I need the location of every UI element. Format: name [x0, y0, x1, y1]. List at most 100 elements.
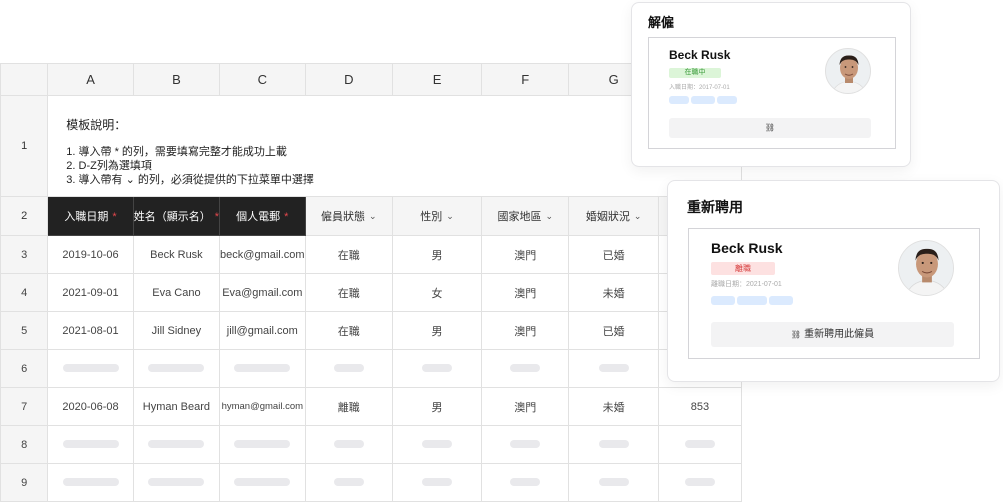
- cell-region[interactable]: 澳門: [481, 273, 570, 312]
- skeleton-cell[interactable]: [481, 349, 570, 388]
- skeleton-bar: [598, 363, 629, 372]
- cell-email[interactable]: hyman@gmail.com: [219, 387, 306, 426]
- cell-hire-date[interactable]: 2021-09-01: [47, 273, 134, 312]
- skeleton-cell[interactable]: [304, 425, 394, 464]
- cell-email[interactable]: Eva@gmail.com: [219, 273, 306, 312]
- employee-card: Beck Rusk 離職 離職日期：2021-07-01 ⛓ 重新聘用此僱員: [688, 228, 980, 359]
- header-gender[interactable]: 性別 ⌄: [392, 196, 483, 236]
- cell-marital[interactable]: 未婚: [568, 273, 659, 312]
- skeleton-bar: [684, 477, 715, 486]
- cell-status[interactable]: 在職: [304, 273, 394, 312]
- row-header-7[interactable]: 7: [0, 387, 49, 426]
- skeleton-cell[interactable]: [47, 463, 134, 502]
- row-header-2[interactable]: 2: [0, 196, 49, 236]
- skeleton-cell[interactable]: [132, 349, 221, 388]
- cell-gender[interactable]: 女: [392, 273, 483, 312]
- skeleton-cell[interactable]: [481, 463, 570, 502]
- skeleton-cell[interactable]: [132, 463, 221, 502]
- cell-gender[interactable]: 男: [392, 311, 483, 350]
- cell-region[interactable]: 澳門: [481, 311, 570, 350]
- cell-hire-date[interactable]: 2021-08-01: [47, 311, 134, 350]
- header-email[interactable]: 個人電郵 *: [219, 196, 306, 236]
- column-header-c[interactable]: C: [219, 63, 306, 96]
- skeleton-cell[interactable]: [657, 463, 742, 502]
- skeleton-cell[interactable]: [219, 425, 306, 464]
- hire-date-label: 入職日期：2017-07-01: [669, 85, 730, 91]
- skeleton-cell[interactable]: [219, 463, 306, 502]
- employee-card: Beck Rusk 在職中 入職日期：2017-07-01 ⛓: [648, 37, 896, 149]
- link-icon: ⛓: [764, 123, 776, 132]
- header-region[interactable]: 國家地區 ⌄: [481, 196, 570, 236]
- skeleton-cell[interactable]: [481, 425, 570, 464]
- skeleton-cell[interactable]: [304, 349, 394, 388]
- skeleton-cell[interactable]: [47, 425, 134, 464]
- row-header-3[interactable]: 3: [0, 235, 49, 274]
- skeleton-cell[interactable]: [568, 349, 659, 388]
- skeleton-cell[interactable]: [132, 425, 221, 464]
- header-marital-status[interactable]: 婚姻狀況 ⌄: [568, 196, 659, 236]
- skeleton-cell[interactable]: [304, 463, 394, 502]
- cell-marital[interactable]: 已婚: [568, 235, 659, 274]
- cell-name[interactable]: Hyman Beard: [132, 387, 221, 426]
- cell-gender[interactable]: 男: [392, 387, 483, 426]
- column-header-d[interactable]: D: [304, 63, 394, 96]
- skeleton-cell[interactable]: [47, 349, 134, 388]
- skeleton-bar: [598, 477, 629, 486]
- cell-name[interactable]: Jill Sidney: [132, 311, 221, 350]
- row-header-4[interactable]: 4: [0, 273, 49, 312]
- cell-email[interactable]: beck@gmail.com: [219, 235, 306, 274]
- header-employee-status[interactable]: 僱員狀態 ⌄: [304, 196, 394, 236]
- cell-gender[interactable]: 男: [392, 235, 483, 274]
- skeleton-cell[interactable]: [392, 425, 483, 464]
- cell-extra[interactable]: 853: [657, 387, 742, 426]
- row-header-1[interactable]: 1: [0, 95, 49, 197]
- header-region-label: 國家地區: [497, 211, 542, 223]
- link-icon: ⛓: [790, 330, 802, 339]
- person-photo-icon: [826, 49, 870, 93]
- skeleton-cell[interactable]: [568, 463, 659, 502]
- cell-name[interactable]: Beck Rusk: [132, 235, 221, 274]
- header-hire-date[interactable]: 入職日期 *: [47, 196, 134, 236]
- sheet-corner[interactable]: [0, 63, 49, 96]
- cell-hire-date[interactable]: 2019-10-06: [47, 235, 134, 274]
- leave-date-label: 離職日期：2021-07-01: [711, 281, 782, 288]
- row-header-5[interactable]: 5: [0, 311, 49, 350]
- skeleton-bar: [422, 439, 453, 448]
- header-display-name-label: 姓名（顯示名）: [133, 211, 211, 223]
- rehire-employee-button[interactable]: ⛓ 重新聘用此僱員: [711, 322, 954, 347]
- chevron-down-icon[interactable]: ⌄: [634, 211, 642, 222]
- chevron-down-icon[interactable]: ⌄: [545, 211, 553, 222]
- header-display-name[interactable]: 姓名（顯示名） *: [132, 196, 221, 236]
- cell-region[interactable]: 澳門: [481, 387, 570, 426]
- row-header-8[interactable]: 8: [0, 425, 49, 464]
- skeleton-cell[interactable]: [219, 349, 306, 388]
- cell-status[interactable]: 在職: [304, 311, 394, 350]
- cell-status[interactable]: 在職: [304, 235, 394, 274]
- skeleton-cell[interactable]: [657, 425, 742, 464]
- cell-hire-date[interactable]: 2020-06-08: [47, 387, 134, 426]
- row-header-6[interactable]: 6: [0, 349, 49, 388]
- skeleton-cell[interactable]: [568, 425, 659, 464]
- cell-marital[interactable]: 已婚: [568, 311, 659, 350]
- cell-region[interactable]: 澳門: [481, 235, 570, 274]
- rehire-panel: 重新聘用 Beck Rusk 離職 離職日期：2021-07-01 ⛓ 重新聘用此…: [667, 180, 1000, 382]
- tag-pill: [717, 96, 737, 104]
- cell-name[interactable]: Eva Cano: [132, 273, 221, 312]
- chevron-down-icon[interactable]: ⌄: [369, 211, 377, 222]
- row-header-9[interactable]: 9: [0, 463, 49, 502]
- tag-pill: [669, 96, 689, 104]
- column-header-f[interactable]: F: [481, 63, 570, 96]
- column-header-a[interactable]: A: [47, 63, 134, 96]
- cell-status[interactable]: 離職: [304, 387, 394, 426]
- skeleton-cell[interactable]: [392, 463, 483, 502]
- avatar: [898, 240, 954, 296]
- avatar: [825, 48, 871, 94]
- column-header-e[interactable]: E: [392, 63, 483, 96]
- chevron-down-icon[interactable]: ⌄: [446, 211, 454, 222]
- dismiss-action-button[interactable]: ⛓: [669, 118, 871, 138]
- cell-marital[interactable]: 未婚: [568, 387, 659, 426]
- column-header-b[interactable]: B: [132, 63, 221, 96]
- cell-email[interactable]: jill@gmail.com: [219, 311, 306, 350]
- skeleton-cell[interactable]: [392, 349, 483, 388]
- required-marker: *: [284, 211, 289, 223]
